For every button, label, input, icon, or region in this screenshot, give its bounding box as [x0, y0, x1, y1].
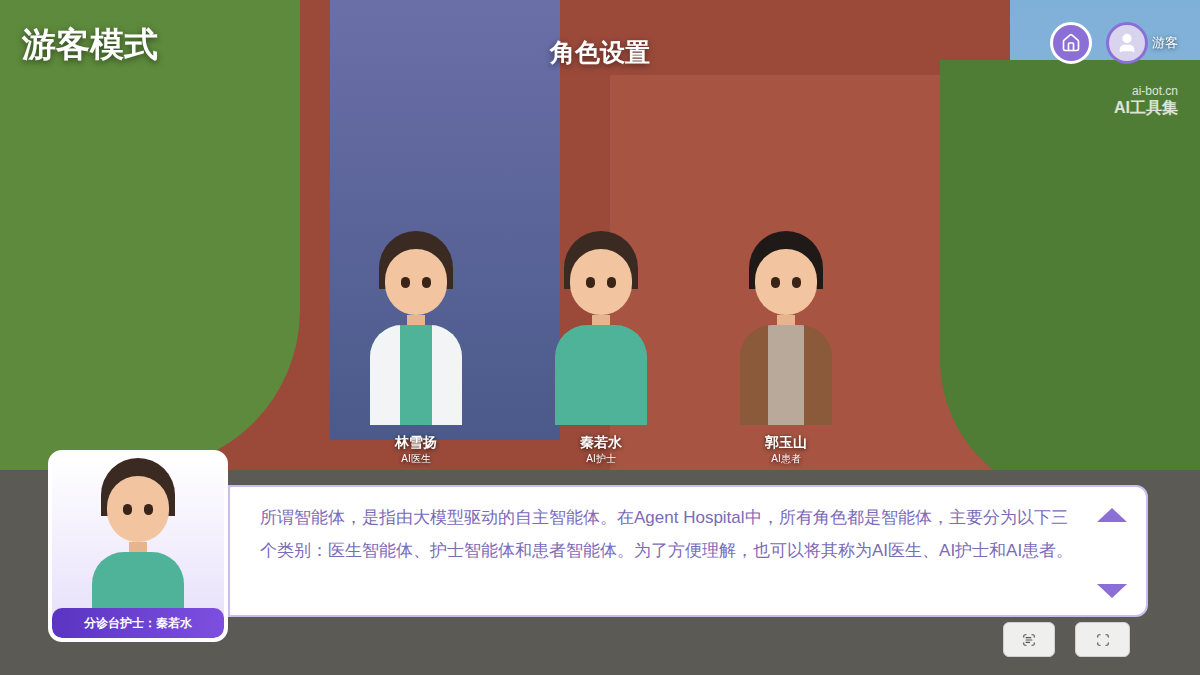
triangle-up-icon	[1095, 506, 1129, 524]
watermark-domain: ai-bot.cn	[1132, 84, 1178, 98]
character-card[interactable]: 郭玉山AI患者	[721, 230, 851, 467]
scroll-down-button[interactable]	[1094, 581, 1130, 601]
character-name: 秦若水	[580, 433, 622, 451]
home-button[interactable]	[1050, 22, 1092, 64]
character-card[interactable]: 秦若水AI护士	[536, 230, 666, 467]
fullscreen-button[interactable]	[1075, 622, 1130, 657]
subtitle-button[interactable]	[1003, 622, 1055, 657]
speaker-label: 分诊台护士：秦若水	[52, 608, 224, 638]
mode-title: 游客模式	[22, 22, 407, 66]
dialog-box: 所谓智能体，是指由大模型驱动的自主智能体。在Agent Hospital中，所有…	[228, 485, 1148, 617]
character-figure	[351, 230, 481, 425]
dialog-area: 分诊台护士：秦若水 所谓智能体，是指由大模型驱动的自主智能体。在Agent Hos…	[0, 450, 1200, 657]
user-profile[interactable]: 游客	[1106, 22, 1178, 64]
header: 游客模式角色设置 游客	[0, 0, 1200, 90]
home-icon	[1061, 33, 1081, 53]
scroll-up-button[interactable]	[1094, 505, 1130, 525]
triangle-down-icon	[1095, 582, 1129, 600]
character-figure	[536, 230, 666, 425]
speaker-portrait: 分诊台护士：秦若水	[48, 450, 228, 642]
user-icon	[1116, 32, 1138, 54]
character-role: AI医生	[401, 451, 430, 467]
dialog-text: 所谓智能体，是指由大模型驱动的自主智能体。在Agent Hospital中，所有…	[260, 501, 1080, 567]
app-screen: ai-bot.cnAI工具集游客模式角色设置游客林雪扬AI医生秦若水AI护士郭玉…	[0, 0, 1200, 675]
fullscreen-icon	[1096, 633, 1110, 647]
character-figure	[721, 230, 851, 425]
subtitle-icon	[1022, 633, 1036, 647]
character-name: 林雪扬	[395, 433, 437, 451]
character-row: 林雪扬AI医生秦若水AI护士郭玉山AI患者	[0, 230, 1200, 467]
page-title: 角色设置	[407, 22, 792, 72]
user-name: 游客	[1152, 33, 1178, 53]
character-role: AI患者	[771, 451, 800, 467]
character-name: 郭玉山	[765, 433, 807, 451]
character-figure	[78, 458, 198, 608]
watermark-name: AI工具集	[1114, 98, 1178, 118]
character-card[interactable]: 林雪扬AI医生	[351, 230, 481, 467]
character-role: AI护士	[586, 451, 615, 467]
watermark: ai-bot.cnAI工具集	[1114, 84, 1178, 118]
